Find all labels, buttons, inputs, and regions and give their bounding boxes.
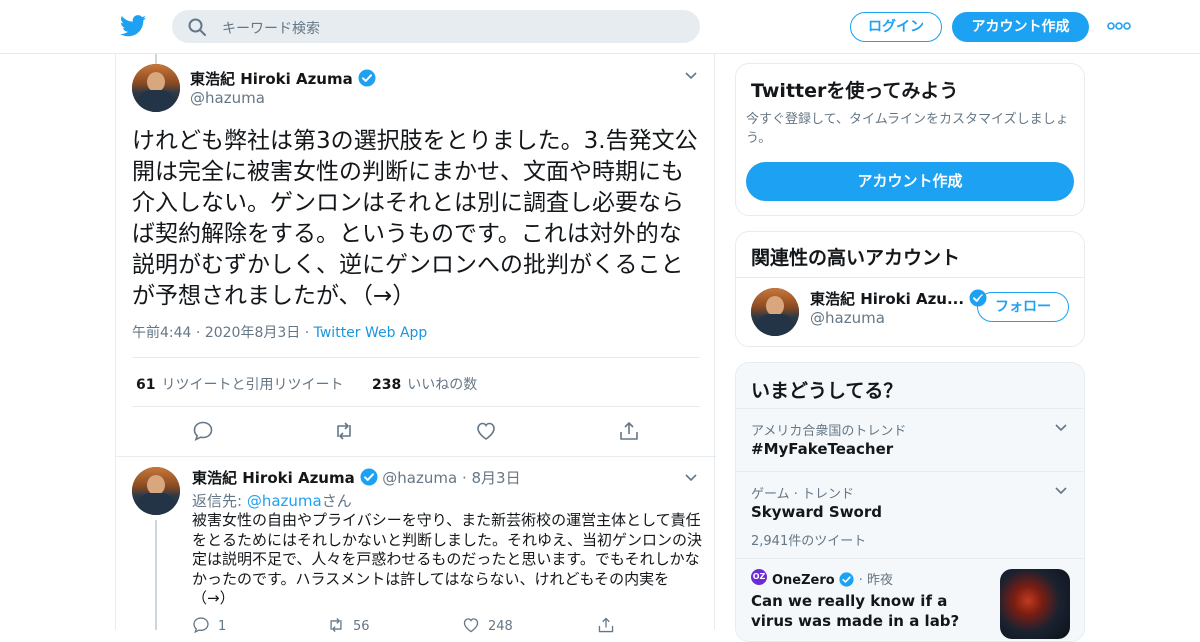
news-item[interactable]: OZ OneZero · 昨夜 Can we really know if a … <box>736 558 1084 641</box>
top-bar: キーワード検索 ログイン アカウント作成 <box>0 0 1200 54</box>
reply-to-prefix: 返信先: <box>192 492 247 510</box>
related-accounts-card: 関連性の高いアカウント 東浩紀 Hiroki Azu... @hazuma フォ… <box>735 231 1085 347</box>
twitter-logo-icon[interactable] <box>120 14 146 38</box>
trend-category: アメリカ合衆国のトレンド <box>751 424 907 439</box>
thread-line-top <box>155 54 157 64</box>
like-icon[interactable] <box>475 420 497 442</box>
reply-author-handle[interactable]: @hazuma <box>382 469 457 487</box>
verified-badge-icon <box>839 572 854 587</box>
reply-text: 被害女性の自由やプライバシーを守り、また新芸術校の運営主体として責任をとるために… <box>192 511 703 607</box>
reply-like-count: 248 <box>488 619 513 634</box>
verified-badge-icon <box>358 69 376 87</box>
tweet-date[interactable]: 2020年8月3日 <box>205 325 300 341</box>
search-input[interactable]: キーワード検索 <box>172 10 700 43</box>
author-handle[interactable]: @hazuma <box>190 89 265 107</box>
trends-title: いまどうしてる？ <box>751 380 903 402</box>
share-icon <box>598 617 614 633</box>
reply-retweet-count: 56 <box>353 619 370 634</box>
news-headline: Can we really know if a virus was made i… <box>751 592 960 630</box>
signup-card-title: Twitterを使ってみよう <box>751 80 959 102</box>
divider <box>736 277 1084 278</box>
reply-share-action[interactable] <box>597 616 623 634</box>
reply-to-handle-link[interactable]: @hazuma <box>247 492 322 510</box>
reply-avatar[interactable] <box>132 467 180 515</box>
reply-reply-action[interactable]: 1 <box>192 616 226 634</box>
reply-header: 東浩紀 Hiroki Azuma @hazuma · 8月3日 <box>192 468 521 487</box>
reply-icon <box>193 617 209 634</box>
news-source-line: OneZero · 昨夜 <box>772 572 894 588</box>
divider <box>116 456 716 457</box>
search-placeholder: キーワード検索 <box>222 21 320 37</box>
signup-card-description: 今すぐ登録して、タイムラインをカスタマイズしましょう。 <box>746 112 1069 146</box>
thread-line <box>155 520 157 630</box>
more-options-icon[interactable] <box>1106 16 1132 36</box>
reply-icon[interactable] <box>192 420 214 442</box>
tweet-text: けれども弊社は第3の選択肢をとりました。3.告発文公開は完全に被害女性の判断にま… <box>132 128 698 309</box>
news-source-logo: OZ <box>751 569 767 585</box>
trend-name: Skyward Sword <box>751 503 882 521</box>
avatar[interactable] <box>132 64 180 112</box>
retweet-icon <box>330 617 342 633</box>
signup-button[interactable]: アカウント作成 <box>952 12 1089 42</box>
reply-retweet-action[interactable]: 56 <box>327 616 370 634</box>
related-account-name[interactable]: 東浩紀 Hiroki Azu... <box>810 288 987 309</box>
trend-item[interactable]: ゲーム · トレンド Skyward Sword 2,941件のツイート <box>736 471 1084 558</box>
reply-date[interactable]: 8月3日 <box>472 469 521 487</box>
news-source-name: OneZero <box>772 573 835 588</box>
chevron-down-icon[interactable] <box>1054 486 1068 496</box>
signup-card: Twitterを使ってみよう 今すぐ登録して、タイムラインをカスタマイズしましょ… <box>735 63 1085 216</box>
trend-tweet-count: 2,941件のツイート <box>751 534 867 549</box>
retweet-stat[interactable]: 61 リツイートと引用リツイート <box>136 374 343 394</box>
related-accounts-title: 関連性の高いアカウント <box>751 247 961 269</box>
retweet-icon[interactable] <box>333 420 355 442</box>
trend-item[interactable]: アメリカ合衆国のトレンド #MyFakeTeacher <box>736 408 1084 471</box>
like-icon <box>463 618 479 633</box>
follow-button[interactable]: フォロー <box>977 292 1069 322</box>
related-avatar[interactable] <box>751 288 799 336</box>
tweet-author[interactable]: 東浩紀 Hiroki Azuma <box>190 68 376 89</box>
tweet-source-link[interactable]: Twitter Web App <box>314 325 428 341</box>
chevron-down-icon[interactable] <box>684 71 698 81</box>
reply-to-suffix: さん <box>321 492 352 510</box>
tweet-time[interactable]: 午前4:44 <box>132 325 191 341</box>
chevron-down-icon[interactable] <box>1054 423 1068 433</box>
like-count: 238 <box>372 377 402 393</box>
news-thumbnail-image <box>1000 569 1070 639</box>
retweet-count: 61 <box>136 377 156 393</box>
signup-card-button[interactable]: アカウント作成 <box>746 162 1074 201</box>
related-name-text: 東浩紀 Hiroki Azu... <box>810 290 965 308</box>
tweet-meta: 午前4:44 · 2020年8月3日 · Twitter Web App <box>132 325 428 341</box>
tweet-column: 東浩紀 Hiroki Azuma @hazuma けれども弊社は第3の選択肢をと… <box>115 54 716 634</box>
like-stat[interactable]: 238 いいねの数 <box>372 374 477 394</box>
related-account-handle[interactable]: @hazuma <box>810 309 885 327</box>
retweet-stat-label: リツイートと引用リツイート <box>161 377 344 393</box>
share-icon[interactable] <box>618 420 640 442</box>
tweet-actions <box>116 416 716 456</box>
news-time: 昨夜 <box>867 573 894 588</box>
trends-card: いまどうしてる？ アメリカ合衆国のトレンド #MyFakeTeacher ゲーム… <box>735 362 1085 642</box>
trend-category: ゲーム · トレンド <box>751 487 855 502</box>
reply-author-name[interactable]: 東浩紀 Hiroki Azuma <box>192 469 355 487</box>
verified-badge-icon <box>360 468 378 486</box>
reply-actions: 1 56 248 <box>192 616 704 634</box>
like-stat-label: いいねの数 <box>407 377 478 393</box>
reply-to-line: 返信先: @hazumaさん <box>192 490 352 511</box>
tweet-stats: 61 リツイートと引用リツイート 238 いいねの数 <box>132 357 700 407</box>
reply-reply-count: 1 <box>218 619 227 634</box>
author-name[interactable]: 東浩紀 Hiroki Azuma <box>190 70 353 88</box>
login-button[interactable]: ログイン <box>850 12 942 42</box>
trend-name: #MyFakeTeacher <box>751 440 894 458</box>
chevron-down-icon[interactable] <box>684 473 698 483</box>
search-icon <box>188 18 206 36</box>
reply-like-action[interactable]: 248 <box>462 616 513 634</box>
